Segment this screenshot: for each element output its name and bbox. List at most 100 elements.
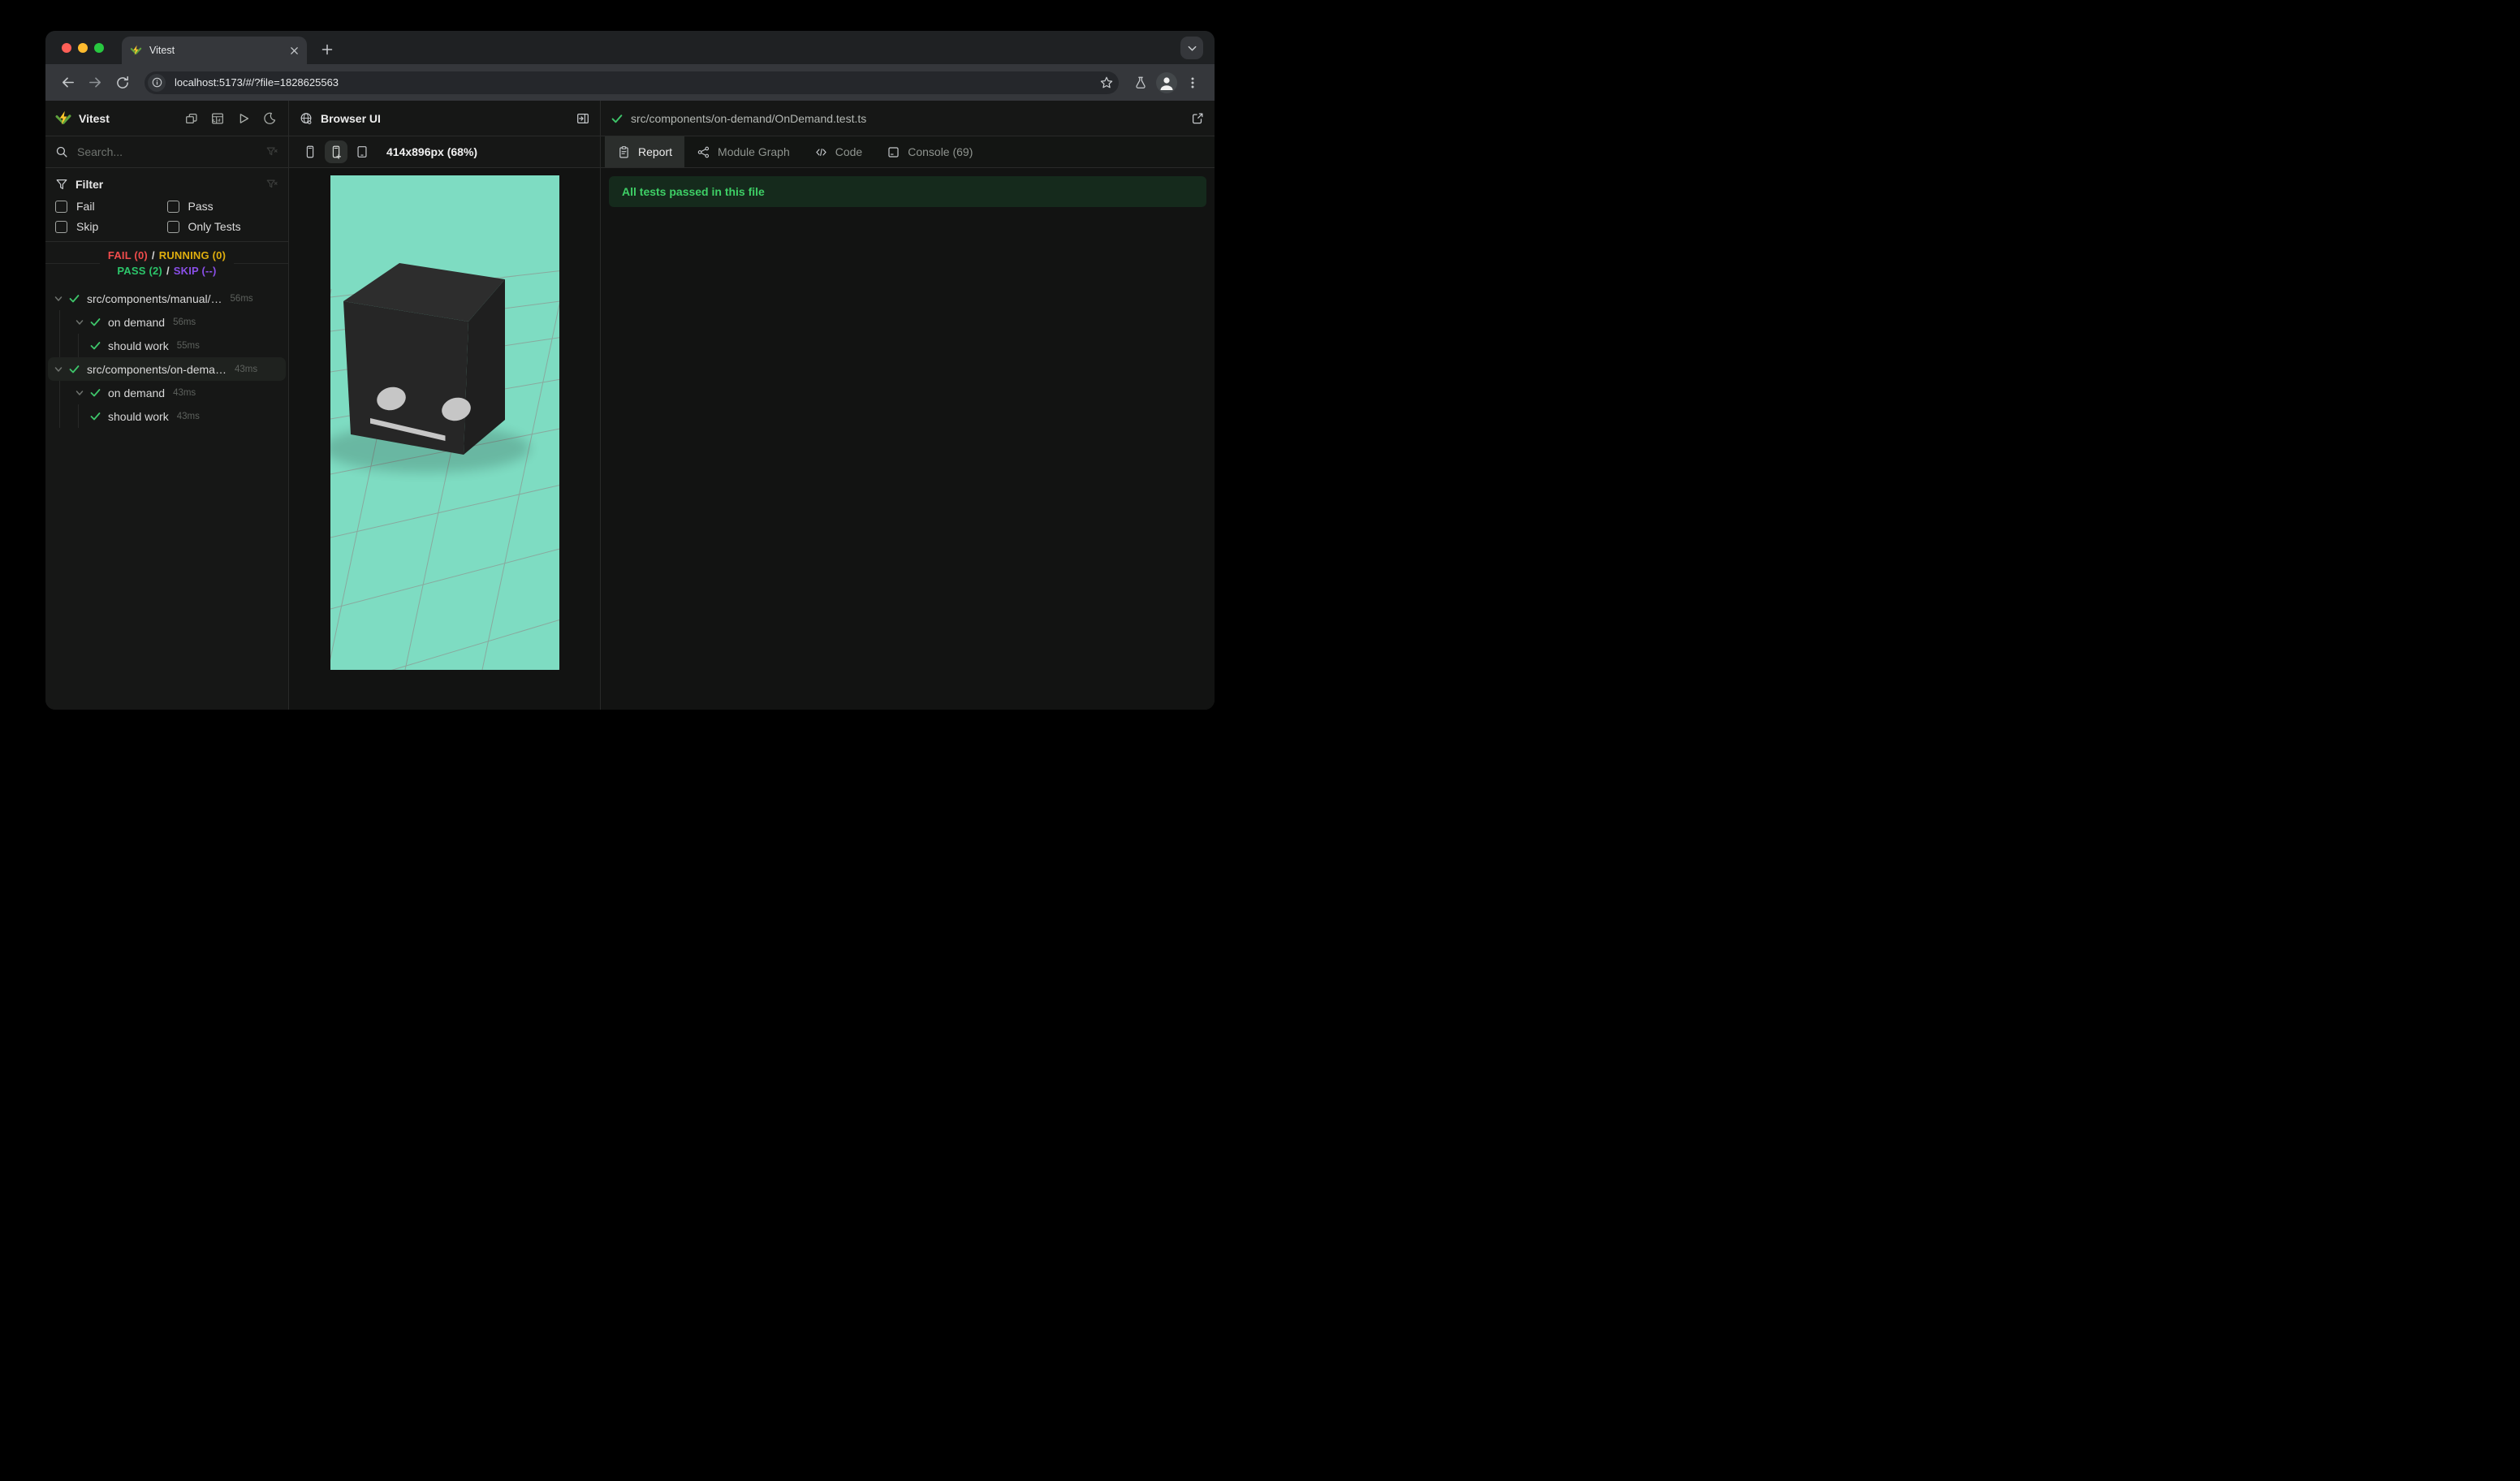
pass-check-icon (89, 410, 101, 422)
tab-close-icon[interactable] (290, 46, 299, 55)
test-duration: 56ms (230, 293, 253, 304)
filter-checkbox-pass[interactable]: Pass (166, 200, 279, 213)
dashboard-icon[interactable] (209, 110, 227, 127)
vitest-favicon-icon (130, 45, 142, 57)
pass-check-icon (89, 386, 101, 399)
filter-checkbox-fail[interactable]: Fail (55, 200, 167, 213)
console-icon (887, 145, 900, 159)
close-window-button[interactable] (62, 43, 71, 53)
report-header: src/components/on-demand/OnDemand.test.t… (601, 101, 1215, 136)
pass-check-icon (68, 363, 80, 375)
url-input[interactable] (173, 76, 1099, 89)
open-external-icon[interactable] (1190, 111, 1205, 126)
vitest-ui: Vitest Search... Filter Fail Pass Skip O… (45, 101, 1215, 710)
filter-checkbox-skip[interactable]: Skip (55, 220, 167, 233)
test-suite-row[interactable]: on demand 43ms (45, 381, 288, 404)
test-file-row[interactable]: src/components/manual/… 56ms (45, 287, 288, 310)
pass-check-icon (89, 339, 101, 352)
forward-button[interactable] (83, 71, 107, 95)
run-all-icon[interactable] (235, 110, 252, 127)
filter-checkbox-only-tests[interactable]: Only Tests (166, 220, 279, 233)
vitest-logo-icon (55, 110, 71, 127)
checkbox-icon[interactable] (55, 220, 67, 233)
checkbox-label: Pass (188, 200, 214, 213)
status-line-1: FAIL (0) / RUNNING (0) (107, 249, 227, 261)
experiments-flask-icon[interactable] (1128, 71, 1153, 95)
filter-options: Fail Pass Skip Only Tests (55, 200, 278, 233)
test-label: src/components/manual/… (87, 291, 222, 305)
clear-filter-icon[interactable] (265, 178, 278, 191)
site-info-icon[interactable] (148, 73, 166, 92)
all-tests-passed-banner: All tests passed in this file (609, 176, 1206, 207)
test-duration: 43ms (176, 411, 200, 421)
checkbox-label: Only Tests (188, 220, 241, 233)
tab-code[interactable]: Code (802, 136, 874, 167)
minimize-window-button[interactable] (78, 43, 88, 53)
report-clipboard-icon (617, 145, 631, 159)
search-input[interactable] (76, 145, 258, 159)
back-button[interactable] (55, 71, 80, 95)
dark-mode-moon-icon[interactable] (261, 110, 278, 127)
status-line-2: PASS (2) / SKIP (--) (117, 265, 217, 277)
device-toolbar: 414x896px (68%) (289, 136, 600, 168)
globe-icon (299, 111, 313, 126)
test-case-row[interactable]: should work 55ms (45, 334, 288, 357)
checkbox-icon[interactable] (55, 200, 67, 213)
test-case-row[interactable]: should work 43ms (45, 404, 288, 428)
chevron-down-icon[interactable] (54, 365, 63, 374)
chevron-down-icon[interactable] (54, 294, 63, 304)
collapse-windows-icon[interactable] (183, 110, 201, 127)
test-label: src/components/on-dema… (87, 362, 227, 376)
browser-ui-title: Browser UI (321, 111, 381, 125)
module-graph-icon (697, 145, 710, 159)
test-suite-row[interactable]: on demand 56ms (45, 310, 288, 334)
open-panel-right-icon[interactable] (576, 111, 590, 126)
browser-tab-vitest[interactable]: Vitest (122, 37, 307, 64)
search-row (45, 136, 288, 168)
reload-button[interactable] (110, 71, 135, 95)
test-duration: 43ms (173, 387, 196, 398)
tab-module-graph[interactable]: Module Graph (684, 136, 802, 167)
tab-label: Module Graph (718, 145, 790, 158)
url-bar[interactable] (145, 71, 1119, 94)
filter-section: Filter Fail Pass Skip Only Tests (45, 168, 288, 242)
tab-label: Code (835, 145, 863, 158)
sidebar-actions (183, 110, 278, 127)
test-status-summary: FAIL (0) / RUNNING (0) PASS (2) / SKIP (--) (45, 242, 288, 284)
filter-header: Filter (55, 173, 278, 196)
test-duration: 56ms (173, 317, 196, 327)
cube-robot-head (343, 263, 505, 455)
search-icon (55, 145, 68, 158)
tab-console[interactable]: Console (69) (874, 136, 985, 167)
checkbox-label: Skip (76, 220, 99, 233)
browser-viewport[interactable] (330, 175, 559, 670)
pass-check-icon (68, 292, 80, 304)
checkbox-icon[interactable] (166, 220, 179, 233)
device-phone-plus-button[interactable] (325, 140, 347, 163)
funnel-icon (55, 178, 68, 191)
bookmark-star-icon[interactable] (1099, 76, 1114, 90)
checkbox-icon[interactable] (166, 200, 179, 213)
sidebar-header: Vitest (45, 101, 288, 136)
tab-report[interactable]: Report (605, 136, 685, 167)
chevron-down-icon[interactable] (75, 388, 84, 398)
report-body: All tests passed in this file (601, 168, 1215, 710)
test-duration: 43ms (234, 364, 258, 374)
chevron-down-icon[interactable] (75, 317, 84, 327)
profile-avatar[interactable] (1156, 71, 1177, 93)
menu-kebab-icon[interactable] (1180, 71, 1205, 95)
tab-label: Report (638, 145, 673, 158)
new-tab-button[interactable] (317, 39, 338, 60)
code-icon (814, 145, 828, 159)
tab-strip: Vitest (45, 31, 1215, 64)
clear-search-filter-icon[interactable] (265, 145, 278, 158)
device-phone-button[interactable] (299, 140, 321, 163)
tab-title: Vitest (149, 45, 175, 56)
test-file-path: src/components/on-demand/OnDemand.test.t… (631, 111, 867, 125)
device-tablet-button[interactable] (351, 140, 373, 163)
test-file-row-selected[interactable]: src/components/on-dema… 43ms (45, 357, 288, 381)
viewport-area (289, 168, 600, 710)
filter-title: Filter (76, 178, 104, 191)
tab-search-button[interactable] (1180, 37, 1203, 59)
zoom-window-button[interactable] (94, 43, 104, 53)
